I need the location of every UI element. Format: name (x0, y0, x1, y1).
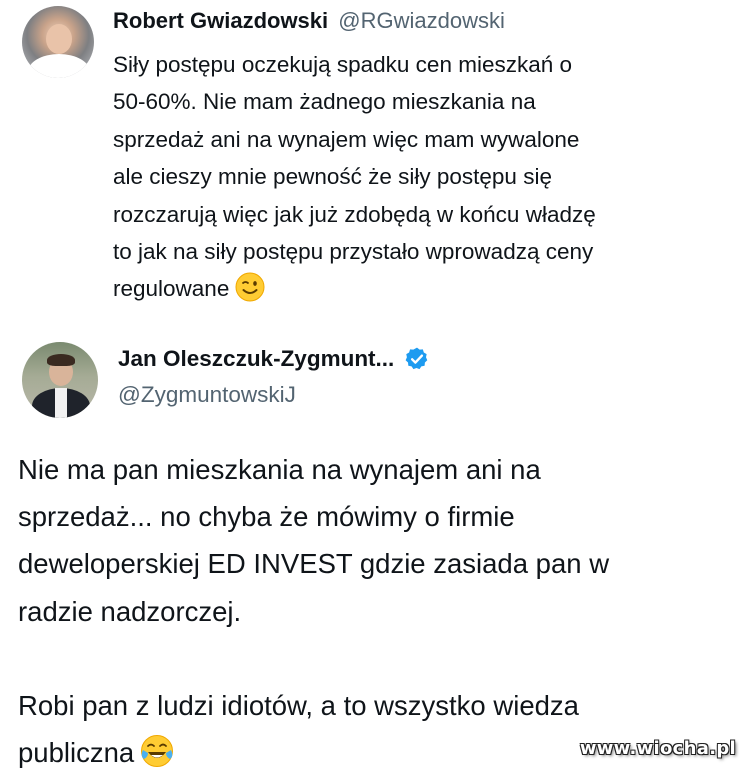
tweet-header: Robert Gwiazdowski @RGwiazdowski (113, 6, 505, 36)
tweet-text-line: sprzedaż... no chyba że mówimy o firmie (18, 501, 515, 533)
avatar[interactable] (22, 6, 94, 78)
user-handle[interactable]: @RGwiazdowski (338, 8, 505, 33)
avatar-shirt (28, 54, 90, 78)
avatar[interactable] (22, 342, 98, 418)
face-with-tears-of-joy-icon (140, 734, 174, 782)
tweet-text-line: Siły postępu oczekują spadku cen mieszka… (113, 52, 573, 77)
tweet-header: Jan Oleszczuk-Zygmunt... (118, 344, 430, 374)
user-handle[interactable]: @ZygmuntowskiJ (118, 382, 296, 408)
winking-face-icon (235, 272, 265, 313)
avatar-shirt (55, 388, 67, 418)
tweet-text-line: 50-60%. Nie mam żadnego mieszkania na (113, 89, 536, 115)
verified-badge-icon (404, 346, 430, 372)
watermark: www.wiocha.pl (579, 738, 736, 759)
tweet-text-line: sprzedaż ani na wynajem więc mam wywalon… (113, 126, 580, 152)
tweet-text-line: Robi pan z ludzi idiotów, a to wszystko … (18, 690, 579, 721)
tweet-text: Nie ma pan mieszkania na wynajem ani na … (18, 446, 738, 782)
avatar-hair (47, 354, 75, 366)
display-name[interactable]: Robert Gwiazdowski (113, 8, 328, 33)
tweet-text-line: ale cieszy mnie pewność że siły postępu … (113, 164, 552, 190)
tweet-text-fragment: publiczna (18, 737, 135, 769)
tweet-text: Siły postępu oczekują spadku cen mieszka… (113, 46, 733, 314)
tweet-text-line: rozczarują więc jak już zdobędą w końcu … (113, 201, 596, 227)
avatar-face (46, 24, 72, 54)
tweet-text-line: deweloperskiej ED INVEST gdzie zasiada p… (18, 548, 610, 580)
tweet-text-line-last: regulowane (113, 270, 733, 313)
tweet-text-line: radzie nadzorczej. (18, 595, 242, 627)
tweet-text-line: Nie ma pan mieszkania na wynajem ani na (18, 454, 541, 485)
display-name[interactable]: Jan Oleszczuk-Zygmunt... (118, 346, 394, 372)
tweet-text-line: to jak na siły postępu przystało wprowad… (113, 239, 594, 265)
tweet-text-fragment: regulowane (113, 276, 230, 302)
